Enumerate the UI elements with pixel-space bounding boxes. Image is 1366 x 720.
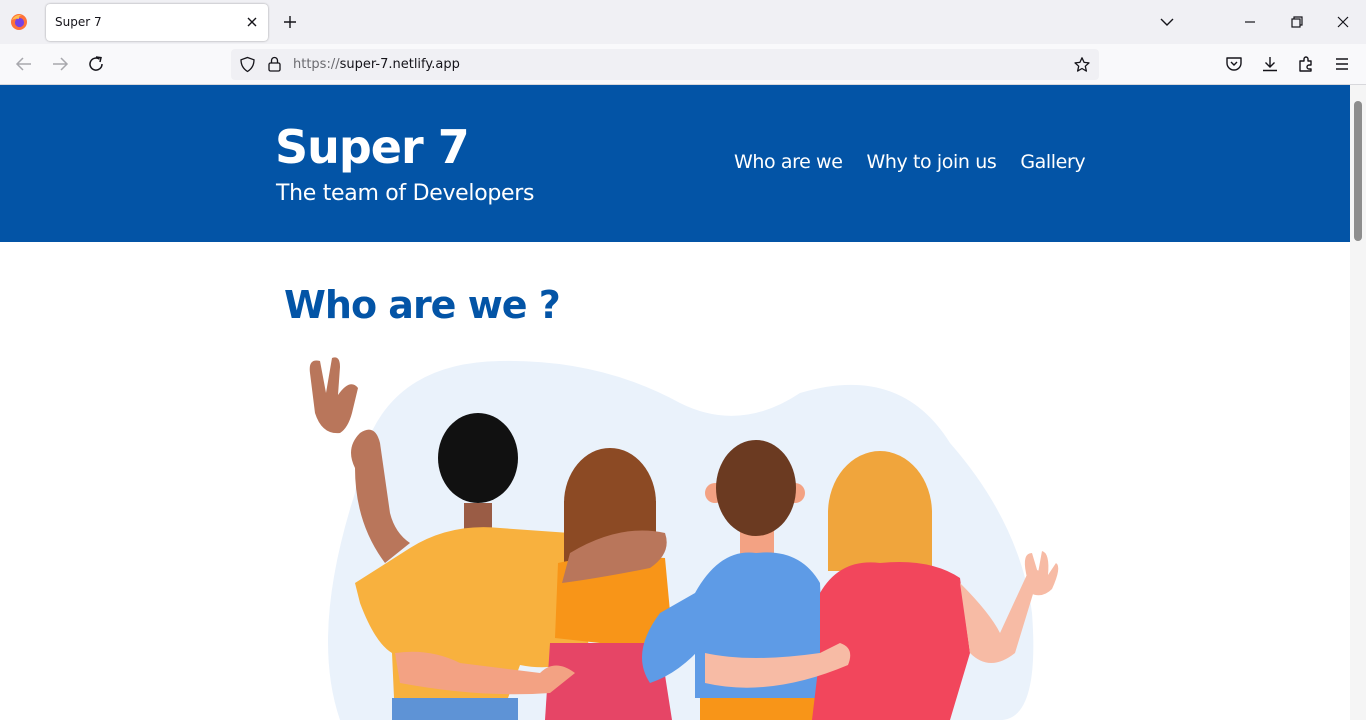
nav-link-who-are-we[interactable]: Who are we [734, 151, 843, 173]
nav-link-why-to-join-us[interactable]: Why to join us [867, 151, 997, 173]
url-host: super-7.netlify.app [339, 57, 460, 72]
lock-icon[interactable] [266, 55, 283, 73]
plus-icon[interactable] [280, 12, 300, 32]
star-icon[interactable] [1073, 56, 1091, 74]
shield-icon[interactable] [239, 56, 256, 73]
address-bar[interactable]: https://super-7.netlify.app [231, 49, 1099, 80]
close-window-icon[interactable] [1333, 12, 1353, 32]
page-scrollbar[interactable] [1350, 85, 1366, 720]
hamburger-menu-icon[interactable] [1332, 54, 1352, 74]
site-subtitle: The team of Developers [276, 181, 535, 206]
tab-title: Super 7 [55, 15, 102, 29]
tab-super-7[interactable]: Super 7 [46, 4, 268, 41]
url-text[interactable]: https://super-7.netlify.app [293, 57, 460, 72]
team-illustration [309, 357, 1059, 720]
arrow-left-icon[interactable] [13, 53, 35, 75]
site-title: Super 7 [275, 120, 470, 174]
section-title: Who are we ? [284, 283, 561, 327]
pocket-icon[interactable] [1224, 54, 1244, 74]
scrollbar-thumb[interactable] [1354, 101, 1362, 241]
puzzle-icon[interactable] [1296, 54, 1316, 74]
reload-icon[interactable] [85, 53, 107, 75]
site-header: Super 7 The team of Developers Who are w… [0, 85, 1350, 242]
firefox-logo-icon [11, 14, 27, 30]
close-icon[interactable] [244, 14, 260, 30]
chevron-down-icon[interactable] [1158, 12, 1176, 32]
restore-icon[interactable] [1287, 12, 1307, 32]
nav-link-gallery[interactable]: Gallery [1020, 151, 1085, 173]
download-icon[interactable] [1260, 54, 1280, 74]
navigation-toolbar: https://super-7.netlify.app [0, 44, 1366, 85]
arrow-right-icon[interactable] [49, 53, 71, 75]
site-nav: Who are we Why to join us Gallery [734, 151, 1086, 173]
tab-strip: Super 7 [0, 0, 1366, 44]
minimize-icon[interactable] [1240, 12, 1260, 32]
url-scheme: https:// [293, 57, 340, 72]
page-viewport: Super 7 The team of Developers Who are w… [0, 85, 1350, 720]
